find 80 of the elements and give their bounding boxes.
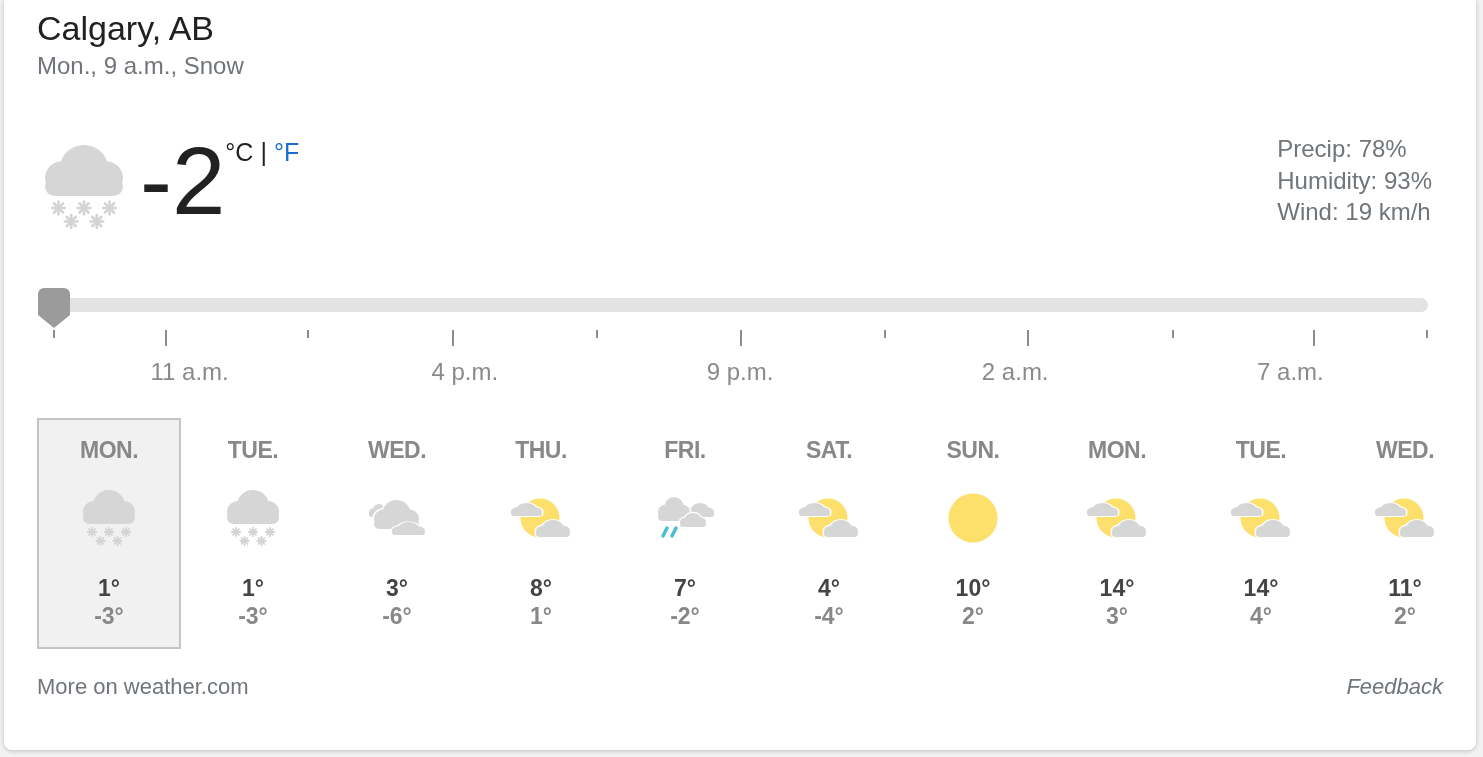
day-label: WED. [367, 436, 427, 464]
day-label: TUE. [227, 436, 279, 464]
low-temperature: -2° [670, 602, 700, 630]
day-tab[interactable]: MON. 14° 3° [1045, 418, 1189, 649]
snow-cloud-icon [227, 490, 279, 546]
day-label: MON. [79, 436, 139, 464]
temperature-unit[interactable]: °F [273, 137, 300, 167]
day-label: THU. [515, 436, 567, 464]
slider-track[interactable] [38, 288, 1428, 328]
current-temperature: -2 [140, 133, 226, 229]
sun-behind-clouds-icon [1375, 498, 1435, 538]
high-temperature: 3° [386, 574, 408, 602]
low-temperature: 2° [1394, 602, 1416, 630]
low-temperature: 1° [530, 602, 552, 630]
high-temperature: 1° [98, 574, 120, 602]
temperature-unit: °C [225, 137, 254, 167]
forecast-subtitle: Mon., 9 a.m., Snow [37, 51, 244, 81]
feedback-link[interactable]: Feedback [1346, 674, 1443, 700]
high-temperature: 4° [818, 574, 840, 602]
tick-mark [1172, 330, 1174, 339]
time-label: 2 a.m. [981, 358, 1049, 386]
day-label: SAT. [805, 436, 853, 464]
tick-mark [452, 330, 454, 346]
day-tab[interactable]: WED. 11° 2° [1333, 418, 1476, 649]
source-link[interactable]: More on weather.com [37, 674, 249, 700]
day-tab[interactable]: WED. 3° -6° [325, 418, 469, 649]
high-temperature: 14° [1099, 574, 1135, 602]
weather-detail: Wind: 19 km/h [1277, 197, 1431, 227]
high-temperature: 11° [1388, 574, 1422, 602]
clouds-icon [369, 500, 425, 536]
sun-behind-clouds-icon [511, 498, 571, 538]
tick-mark [53, 330, 55, 339]
time-label: 7 a.m. [1257, 358, 1324, 386]
weather-detail: Humidity: 93% [1277, 165, 1432, 196]
tick-mark [884, 330, 886, 339]
slider-thumb[interactable] [38, 288, 70, 328]
snow-cloud-icon [45, 145, 123, 229]
day-label: SUN. [946, 436, 1000, 464]
weather-detail: Precip: 78% [1277, 134, 1407, 164]
day-label: TUE. [1235, 436, 1287, 464]
sun-icon [948, 493, 998, 543]
time-label: 9 p.m. [706, 358, 774, 386]
high-temperature: 1° [242, 574, 264, 602]
low-temperature: 3° [1106, 602, 1128, 630]
day-tab[interactable]: FRI. 7° -2° [613, 418, 757, 649]
tick-mark [1426, 330, 1428, 339]
tick-mark [165, 330, 167, 346]
tick-mark [307, 330, 309, 339]
day-tab[interactable]: SAT. 4° -4° [757, 418, 901, 649]
low-temperature: -4° [814, 602, 844, 630]
day-tab[interactable]: SUN. 10° 2° [901, 418, 1045, 649]
day-tab[interactable]: THU. 8° 1° [469, 418, 613, 649]
low-temperature: 2° [962, 602, 984, 630]
sun-behind-clouds-icon [799, 498, 859, 538]
day-tab[interactable]: MON. 1° -3° [37, 418, 181, 649]
tick-mark [596, 330, 598, 339]
low-temperature: 4° [1250, 602, 1272, 630]
sun-behind-clouds-icon [1087, 498, 1147, 538]
high-temperature: 7° [674, 574, 696, 602]
tick-mark [740, 330, 742, 346]
high-temperature: 10° [955, 574, 991, 602]
tick-mark [1027, 330, 1029, 346]
snow-cloud-icon [83, 490, 135, 546]
unit-separator: | [260, 137, 267, 167]
tick-mark [1313, 330, 1315, 346]
low-temperature: -6° [382, 602, 412, 630]
low-temperature: -3° [94, 602, 124, 630]
day-label: MON. [1087, 436, 1147, 464]
day-label: WED. [1375, 436, 1435, 464]
high-temperature: 14° [1243, 574, 1279, 602]
day-tab[interactable]: TUE. 1° -3° [181, 418, 325, 649]
time-label: 11 a.m. [150, 358, 229, 386]
day-tab[interactable]: TUE. 14° 4° [1189, 418, 1333, 649]
time-label: 4 p.m. [431, 358, 499, 386]
high-temperature: 8° [530, 574, 552, 602]
sun-behind-clouds-icon [1231, 498, 1291, 538]
low-temperature: -3° [238, 602, 268, 630]
day-label: FRI. [664, 436, 706, 464]
rain-cloud-icon [656, 497, 714, 539]
location-title: Calgary, AB [37, 8, 214, 48]
